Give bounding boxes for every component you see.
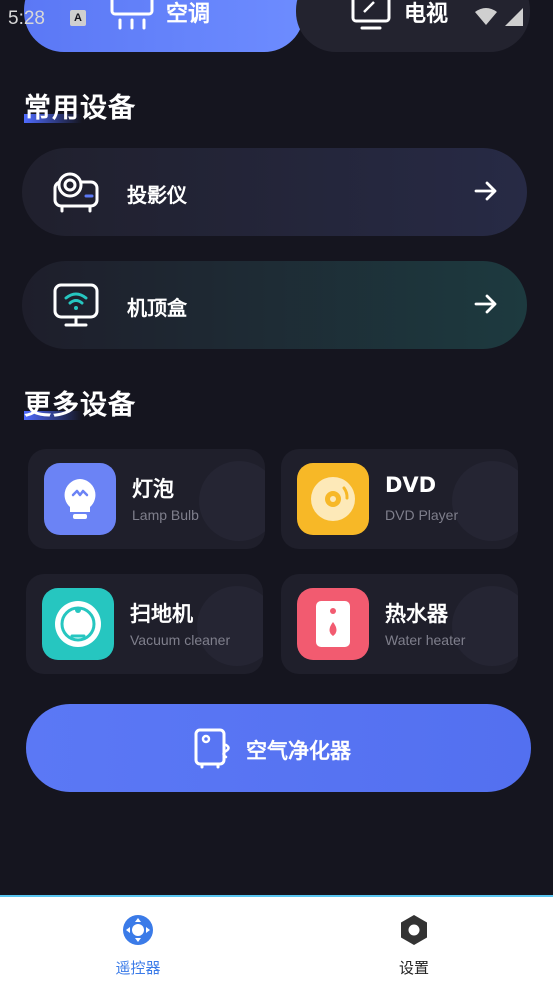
more-devices-title-text: 更多设备	[24, 390, 136, 421]
vacuum-subtitle: Vacuum cleaner	[130, 632, 231, 648]
common-devices-title: 常用设备	[24, 86, 136, 125]
ghost-decoration	[452, 586, 518, 666]
signal-icon	[505, 8, 523, 26]
lamp-bulb-subtitle: Lamp Bulb	[132, 507, 199, 523]
bottom-nav: 遥控器 设置	[0, 895, 553, 983]
status-icons	[475, 8, 523, 26]
robot-vacuum-icon	[42, 588, 114, 660]
dvd-tile[interactable]: DVD DVD Player	[281, 449, 518, 549]
projector-label: 投影仪	[127, 183, 187, 207]
nav-remote-label: 遥控器	[115, 959, 161, 977]
dvd-subtitle: DVD Player	[385, 507, 459, 523]
hexagon-settings-icon	[401, 915, 427, 945]
arrow-right-icon	[474, 181, 497, 201]
nav-remote[interactable]: 遥控器	[88, 913, 188, 978]
air-purifier-icon	[194, 728, 230, 769]
wifi-icon	[475, 8, 497, 25]
status-bar: 5:28 A	[0, 0, 553, 38]
air-purifier-label: 空气净化器	[246, 739, 351, 763]
arrow-right-icon	[474, 294, 497, 314]
vacuum-tile[interactable]: 扫地机 Vacuum cleaner	[26, 574, 263, 674]
projector-row[interactable]: 投影仪	[22, 148, 527, 236]
lamp-bulb-title: 灯泡	[132, 477, 174, 501]
notification-icon: A	[70, 10, 86, 26]
remote-icon	[123, 915, 153, 945]
status-time: 5:28	[8, 8, 45, 29]
set-top-box-icon	[53, 283, 99, 327]
more-devices-title: 更多设备	[24, 383, 136, 422]
air-purifier-button[interactable]: 空气净化器	[26, 704, 531, 792]
nav-settings-label: 设置	[398, 959, 429, 977]
lamp-bulb-tile[interactable]: 灯泡 Lamp Bulb	[28, 449, 265, 549]
water-heater-title: 热水器	[385, 602, 448, 626]
disc-icon	[297, 463, 369, 535]
water-heater-icon	[297, 588, 369, 660]
water-heater-subtitle: Water heater	[385, 632, 466, 648]
nav-settings[interactable]: 设置	[364, 913, 464, 978]
dvd-title: DVD	[385, 473, 437, 497]
water-heater-tile[interactable]: 热水器 Water heater	[281, 574, 518, 674]
common-devices-title-text: 常用设备	[24, 93, 136, 124]
ghost-decoration	[199, 461, 265, 541]
set-top-box-label: 机顶盒	[127, 296, 187, 320]
ghost-decoration	[197, 586, 263, 666]
bulb-icon	[44, 463, 116, 535]
ghost-decoration	[452, 461, 518, 541]
vacuum-title: 扫地机	[130, 602, 193, 626]
set-top-box-row[interactable]: 机顶盒	[22, 261, 527, 349]
projector-icon	[53, 172, 99, 213]
